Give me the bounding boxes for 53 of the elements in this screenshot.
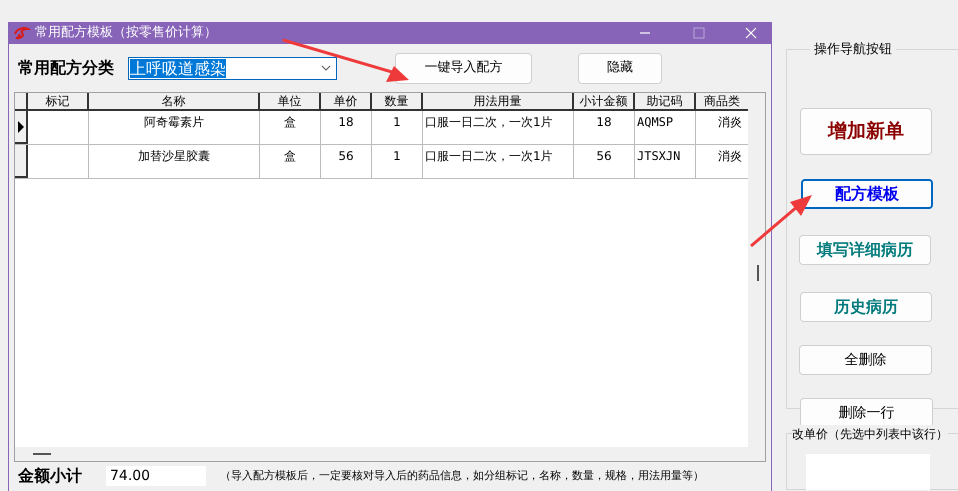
column-header[interactable]: 助记码 [635, 93, 696, 109]
table-cell: JTSXJN [637, 149, 680, 163]
column-header[interactable]: 标记 [28, 93, 89, 109]
dropdown-value: 上呼吸道感染 [130, 58, 226, 78]
dialog-button[interactable]: 隐藏 [578, 52, 662, 84]
total-label: 金额小计 [18, 465, 83, 487]
close-icon[interactable] [745, 27, 757, 39]
nav-button[interactable]: 增加新单 [800, 108, 932, 155]
table-cell: 18 [596, 115, 612, 129]
nav-button[interactable]: 配方模板 [801, 179, 933, 209]
table-row[interactable]: 加替沙星胶囊 盒 56 1 口服一日二次，一次1片 56 JTSXJN 消炎 [15, 145, 750, 179]
window-title: 常用配方模板（按零售价计算） [35, 24, 217, 42]
column-header[interactable]: 名称 [89, 93, 260, 109]
table-cell: 消炎 [718, 115, 742, 129]
table-cell: 56 [596, 149, 612, 163]
nav-button[interactable]: 历史病历 [800, 292, 932, 322]
table-cell: 阿奇霉素片 [144, 115, 204, 129]
chevron-icon [321, 65, 331, 71]
table-cell: 1 [393, 115, 401, 129]
arrow-drawing [750, 195, 812, 248]
category-label: 常用配方分类 [18, 57, 115, 79]
scroll-thumb[interactable] [757, 265, 759, 281]
nav-button[interactable]: 删除一行 [800, 398, 933, 428]
column-header[interactable]: 小计金额 [574, 93, 635, 109]
row-selector[interactable] [15, 145, 28, 178]
table-cell: 盒 [284, 115, 296, 129]
nav-button[interactable]: 填写详细病历 [799, 235, 931, 265]
table-cell: AQMSP [637, 115, 674, 129]
logo-icon [13, 26, 31, 40]
table-cell: 盒 [284, 149, 296, 163]
total-field[interactable]: 74.00 [106, 466, 206, 486]
price-group-title: 改单价（先选中列表中该行） [792, 425, 948, 443]
column-header[interactable]: 数量 [372, 93, 423, 109]
category-dropdown[interactable]: 上呼吸道感染 [128, 56, 337, 80]
column-header[interactable]: 用法用量 [423, 93, 574, 109]
table-cell: 1 [393, 149, 401, 163]
table-cell: 18 [338, 115, 354, 129]
column-header[interactable]: 单价 [321, 93, 372, 109]
row-pointer-icon [18, 120, 24, 132]
table-cell: 消炎 [718, 149, 742, 163]
row-selector[interactable] [15, 111, 28, 144]
price-field[interactable] [806, 454, 930, 490]
column-header[interactable]: 单位 [260, 93, 321, 109]
table-cell: 口服一日二次，一次1片 [425, 115, 553, 129]
dialog-button[interactable]: 一键导入配方 [395, 52, 532, 84]
table-cell: 56 [338, 149, 354, 163]
note-text: （导入配方模板后，一定要核对导入后的药品信息，如分组标记，名称，数量，规格，用法用量等） [220, 468, 704, 484]
column-header[interactable]: 商品类 [696, 93, 750, 109]
table-row[interactable]: 阿奇霉素片 盒 18 1 口服一日二次，一次1片 18 AQMSP 消炎 [15, 111, 750, 145]
scroll-thumb[interactable] [33, 453, 51, 455]
table-cell: 加替沙星胶囊 [138, 149, 210, 163]
nav-button[interactable]: 全删除 [799, 345, 932, 375]
table-cell: 口服一日二次，一次1片 [425, 149, 553, 163]
